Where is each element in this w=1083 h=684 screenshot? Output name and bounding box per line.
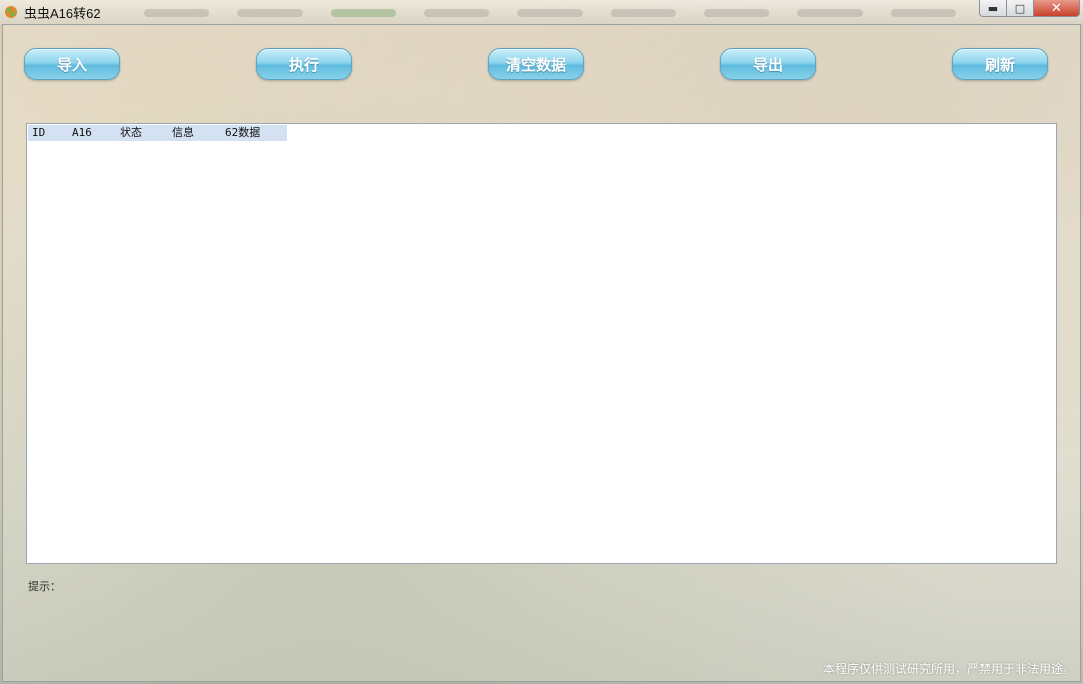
- app-icon: [5, 6, 17, 18]
- column-header-id[interactable]: ID: [28, 125, 68, 141]
- column-header-status[interactable]: 状态: [116, 125, 168, 141]
- refresh-button[interactable]: 刷新: [952, 48, 1048, 80]
- column-header-info[interactable]: 信息: [168, 125, 221, 141]
- close-button[interactable]: ✕: [1033, 0, 1080, 17]
- blurred-menu-bar: [130, 6, 970, 20]
- title-bar[interactable]: 虫虫A16转62 ▬ □ ✕: [0, 0, 1083, 24]
- window-title: 虫虫A16转62: [24, 6, 101, 21]
- app-window: 虫虫A16转62 ▬ □ ✕ 导入 执行 清空数据 导出 刷新 ID A16 状…: [0, 0, 1083, 684]
- minimize-button[interactable]: ▬: [979, 0, 1007, 17]
- list-header: ID A16 状态 信息 62数据: [28, 125, 287, 141]
- execute-button[interactable]: 执行: [256, 48, 352, 80]
- minimize-icon: ▬: [987, 1, 999, 15]
- close-icon: ✕: [1051, 0, 1062, 16]
- maximize-button[interactable]: □: [1006, 0, 1034, 17]
- column-header-62-data[interactable]: 62数据: [221, 125, 287, 141]
- maximize-icon: □: [1014, 1, 1026, 15]
- column-header-a16[interactable]: A16: [68, 125, 116, 141]
- clear-data-button[interactable]: 清空数据: [488, 48, 584, 80]
- hint-label: 提示：: [28, 580, 61, 593]
- disclaimer-text: 本程序仅供测试研究所用，严禁用于非法用途。: [822, 662, 1075, 676]
- import-button[interactable]: 导入: [24, 48, 120, 80]
- export-button[interactable]: 导出: [720, 48, 816, 80]
- data-list[interactable]: ID A16 状态 信息 62数据: [26, 123, 1057, 564]
